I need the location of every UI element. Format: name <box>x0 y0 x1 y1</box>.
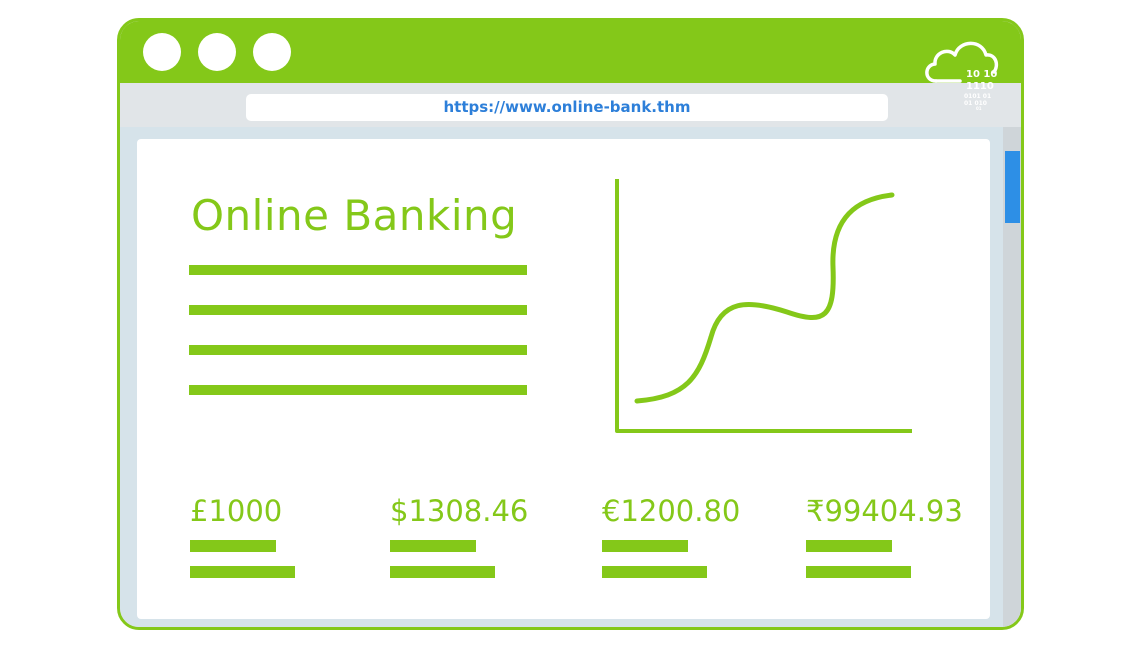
binary-line: 01 <box>976 106 982 111</box>
page-title: Online Banking <box>191 191 518 240</box>
binary-line: 1110 <box>966 81 994 92</box>
text-placeholder-line <box>189 265 527 275</box>
title-bar <box>120 21 1021 83</box>
account-amount: €1200.80 <box>602 494 741 528</box>
bank-page: Online Banking £1000 $1308.46 €1200.80 ₹… <box>137 139 990 619</box>
account-amount: $1308.46 <box>390 494 529 528</box>
account-detail-line <box>190 566 295 578</box>
cloud-binary-icon: 10 10 1110 0101 01 01 010 01 <box>925 41 999 111</box>
account-amount: £1000 <box>190 494 283 528</box>
growth-chart-icon <box>615 179 912 433</box>
account-amount: ₹99404.93 <box>806 494 963 528</box>
url-field[interactable]: https://www.online-bank.thm <box>246 94 888 121</box>
account-summary: €1200.80 <box>602 494 802 578</box>
account-summary: £1000 <box>190 494 390 578</box>
text-placeholder-line <box>189 385 527 395</box>
chart-curve <box>634 192 895 404</box>
binary-line: 0101 01 <box>964 93 991 100</box>
binary-line: 10 10 <box>966 69 997 80</box>
window-close-dot[interactable] <box>143 33 181 71</box>
page-viewport: Online Banking £1000 $1308.46 €1200.80 ₹… <box>120 127 1021 627</box>
account-summary: ₹99404.93 <box>806 494 1006 578</box>
window-maximize-dot[interactable] <box>253 33 291 71</box>
account-detail-line <box>390 540 476 552</box>
account-detail-line <box>190 540 276 552</box>
account-detail-line <box>806 566 911 578</box>
text-placeholder-line <box>189 305 527 315</box>
address-bar: https://www.online-bank.thm <box>120 83 1021 127</box>
account-summary: $1308.46 <box>390 494 590 578</box>
account-detail-line <box>602 566 707 578</box>
text-placeholder-line <box>189 345 527 355</box>
scrollbar-thumb[interactable] <box>1005 151 1020 223</box>
window-minimize-dot[interactable] <box>198 33 236 71</box>
browser-window: https://www.online-bank.thm 10 10 1110 0… <box>117 18 1024 630</box>
account-detail-line <box>390 566 495 578</box>
account-detail-line <box>602 540 688 552</box>
account-detail-line <box>806 540 892 552</box>
